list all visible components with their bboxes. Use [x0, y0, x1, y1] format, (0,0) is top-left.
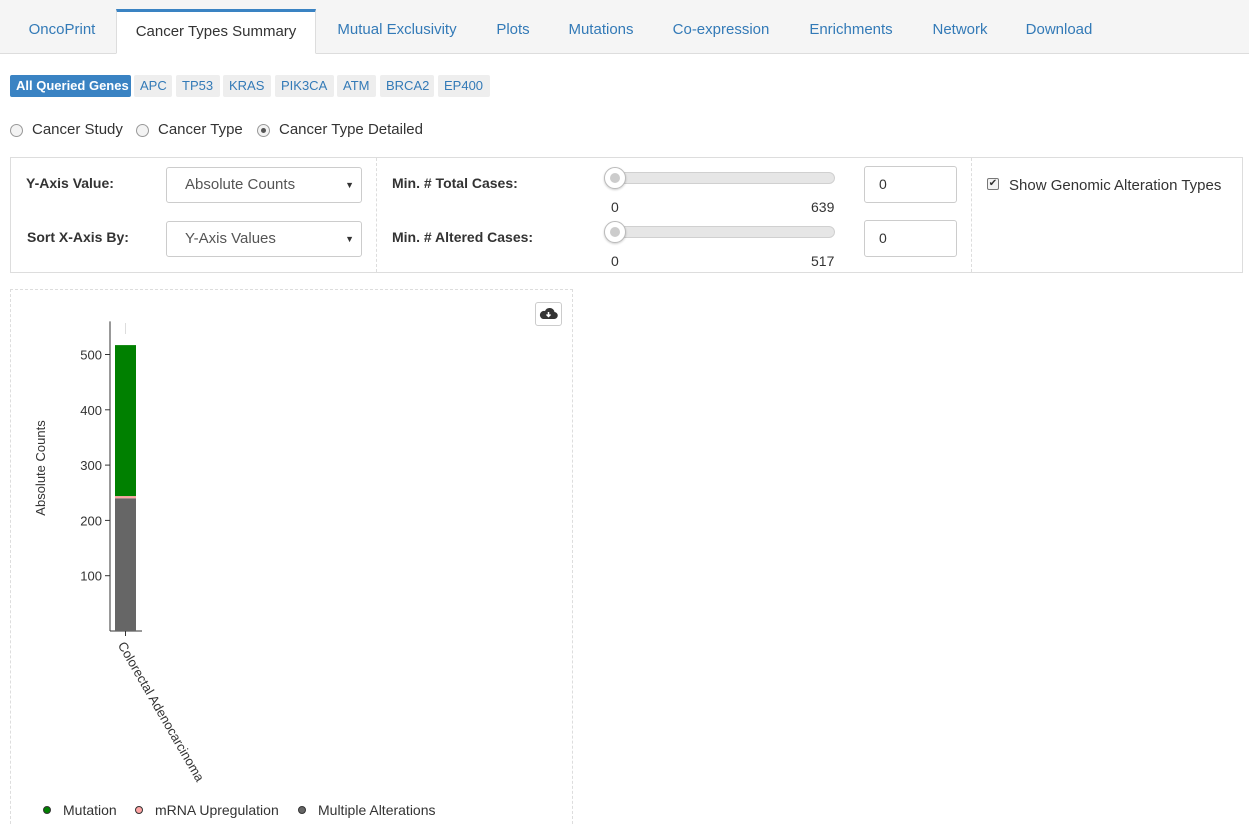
gene-pill-kras[interactable]: KRAS — [223, 75, 271, 97]
caret-down-icon: ▼ — [345, 234, 354, 244]
radio-label: Cancer Study — [32, 121, 123, 138]
total-cases-max: 639 — [811, 199, 835, 215]
x-tick-label: Colorectal Adenocarcinoma — [115, 639, 208, 785]
tab-enrichments[interactable]: Enrichments — [796, 9, 906, 54]
legend-marker — [43, 806, 51, 814]
radio-label: Cancer Type Detailed — [279, 121, 423, 138]
settings-panel: Y-Axis Value: Absolute Counts ▼ Sort X-A… — [10, 157, 1243, 273]
min-altered-cases-input[interactable]: 0 — [864, 220, 957, 257]
legend-label: mRNA Upregulation — [155, 802, 279, 818]
tab-mutations[interactable]: Mutations — [556, 9, 646, 54]
caret-down-icon: ▼ — [345, 180, 354, 190]
sort-x-axis-label: Sort X-Axis By: — [27, 229, 129, 245]
radio-circle-icon — [10, 124, 23, 137]
radio-cancer-type-detailed[interactable]: Cancer Type Detailed — [257, 121, 429, 139]
tab-mutual-exclusivity[interactable]: Mutual Exclusivity — [322, 9, 472, 54]
tab-co-expression[interactable]: Co-expression — [660, 9, 782, 54]
tab-network[interactable]: Network — [918, 9, 1002, 54]
gene-pill-atm[interactable]: ATM — [337, 75, 376, 97]
min-total-cases-input[interactable]: 0 — [864, 166, 957, 203]
show-alteration-types-label: Show Genomic Alteration Types — [1009, 177, 1222, 194]
legend-label: Mutation — [63, 802, 117, 818]
total-cases-slider-track[interactable] — [613, 172, 835, 184]
tab-plots[interactable]: Plots — [480, 9, 546, 54]
gene-pill-apc[interactable]: APC — [134, 75, 172, 97]
y-tick-label: 500 — [80, 348, 102, 363]
y-tick-label: 300 — [80, 458, 102, 473]
gene-pill-all[interactable]: All Queried Genes — [10, 75, 131, 97]
checkmark-icon: ✔ — [988, 178, 998, 189]
y-axis-title: Absolute Counts — [33, 420, 48, 516]
bar-chart: 100 200 300 400 500 Absolute Counts Colorectal… — [33, 321, 436, 818]
y-axis-label: Y-Axis Value: — [26, 175, 114, 191]
radio-cancer-study[interactable]: Cancer Study — [10, 121, 130, 139]
altered-cases-slider-track[interactable] — [613, 226, 835, 238]
gene-pill-tp53[interactable]: TP53 — [176, 75, 220, 97]
tab-oncoprint[interactable]: OncoPrint — [10, 9, 114, 54]
gene-pill-ep400[interactable]: EP400 — [438, 75, 490, 97]
bar-segment-mutation — [115, 345, 136, 497]
legend-marker — [298, 806, 306, 814]
show-alteration-types-checkbox[interactable]: ✔ — [987, 178, 999, 190]
tab-download[interactable]: Download — [1014, 9, 1104, 54]
altered-cases-slider-handle[interactable] — [604, 221, 626, 243]
radio-label: Cancer Type — [158, 121, 243, 138]
y-tick-label: 200 — [80, 513, 102, 528]
y-axis-select[interactable]: Absolute Counts ▼ — [166, 167, 362, 203]
min-total-cases-label: Min. # Total Cases: — [392, 175, 518, 191]
altered-cases-min: 0 — [611, 253, 619, 269]
tab-cancer-types-summary[interactable]: Cancer Types Summary — [116, 9, 316, 54]
total-cases-min: 0 — [611, 199, 619, 215]
chart-container: 100 200 300 400 500 Absolute Counts Colorectal… — [10, 289, 573, 826]
select-value: Y-Axis Values — [185, 230, 276, 247]
altered-cases-max: 517 — [811, 253, 835, 269]
panel-divider — [376, 158, 377, 272]
legend-marker — [135, 806, 143, 814]
radio-selected-icon — [257, 124, 270, 137]
min-altered-cases-label: Min. # Altered Cases: — [392, 229, 534, 245]
legend-label: Multiple Alterations — [318, 802, 436, 818]
gene-pill-pik3ca[interactable]: PIK3CA — [275, 75, 334, 97]
radio-circle-icon — [136, 124, 149, 137]
panel-divider — [971, 158, 972, 272]
bar-segment-multiple-alterations — [115, 498, 136, 631]
radio-cancer-type[interactable]: Cancer Type — [136, 121, 252, 139]
gene-pill-brca2[interactable]: BRCA2 — [380, 75, 434, 97]
tab-bar: OncoPrint Cancer Types Summary Mutual Ex… — [0, 0, 1249, 54]
y-tick-label: 400 — [80, 403, 102, 418]
bar-segment-mrna-upregulation — [115, 496, 136, 499]
sort-x-axis-select[interactable]: Y-Axis Values ▼ — [166, 221, 362, 257]
y-tick-label: 100 — [80, 569, 102, 584]
total-cases-slider-handle[interactable] — [604, 167, 626, 189]
select-value: Absolute Counts — [185, 176, 296, 193]
